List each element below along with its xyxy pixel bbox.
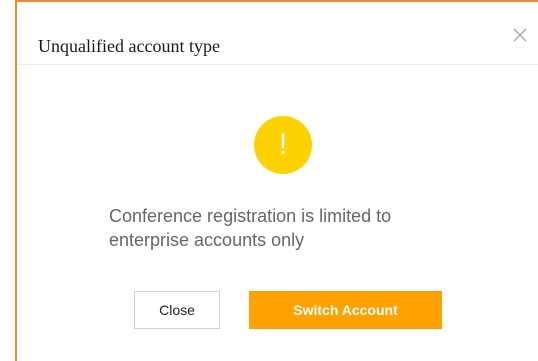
dialog-message: Conference registration is limited to en… xyxy=(109,206,392,250)
close-icon[interactable] xyxy=(511,26,529,44)
exclamation-mark: ! xyxy=(278,128,288,161)
dialog-title: Unqualified account type xyxy=(38,36,220,56)
close-button[interactable]: Close xyxy=(134,291,220,329)
dialog-header: Unqualified account type xyxy=(17,2,538,65)
switch-account-button[interactable]: Switch Account xyxy=(249,291,442,329)
close-icon-graphic xyxy=(513,28,527,42)
exclamation-circle-icon: ! xyxy=(254,116,312,174)
account-type-dialog: Unqualified account type ! Conference re… xyxy=(15,0,538,361)
